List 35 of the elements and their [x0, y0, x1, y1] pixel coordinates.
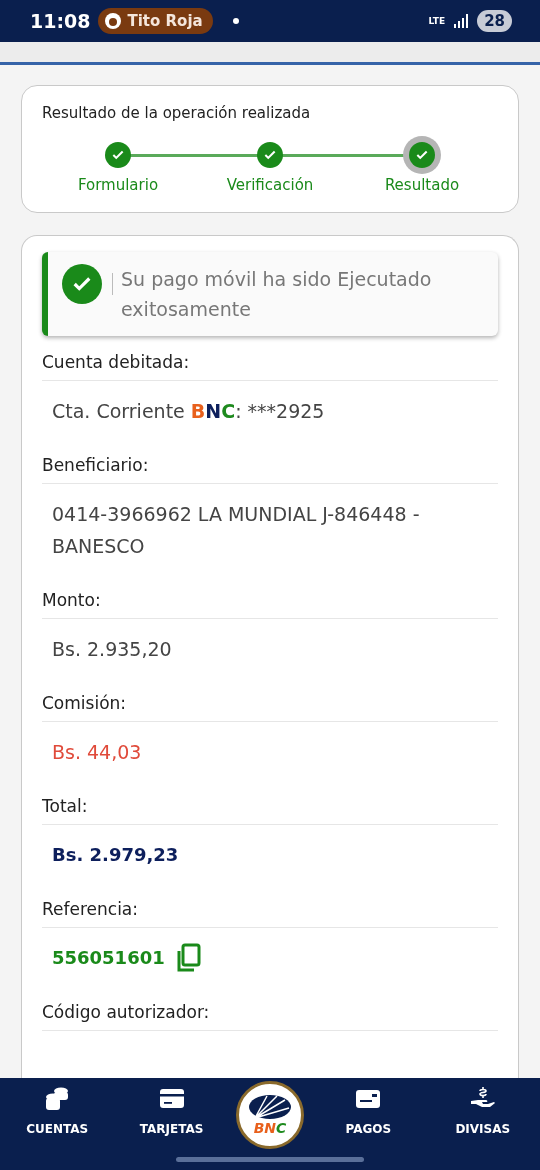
logo-text: BNC	[253, 1120, 287, 1136]
nav-tab[interactable]: TARJETAS	[121, 1078, 222, 1136]
alert-message: Su pago móvil ha sido Ejecutado exitosamente	[121, 267, 433, 322]
step-label: Formulario	[77, 176, 159, 194]
dot-icon	[232, 18, 239, 24]
field-label: Beneficiario:	[42, 439, 498, 484]
bank-logo-button[interactable]: BNC	[235, 1081, 304, 1149]
card-title: Resultado de la operación realizada	[42, 104, 312, 122]
network-type: LTE	[428, 16, 446, 26]
field-label: Referencia:	[42, 883, 498, 928]
field-value: Bs. 2.935,20	[52, 637, 172, 662]
step-label: Resultado	[384, 176, 460, 194]
signal-icon	[453, 14, 470, 28]
field-label: Código autorizador:	[42, 986, 498, 1031]
notification-pill[interactable]: Tito Roja	[98, 8, 213, 34]
notification-text: Tito Roja	[127, 12, 203, 30]
nav-tab[interactable]: CUENTAS	[7, 1078, 108, 1136]
field-label: Total:	[42, 780, 498, 825]
field-value: Bs. 2.979,23	[52, 843, 179, 867]
step-label: Verificación	[226, 176, 314, 194]
field-value: Cta. Corriente BNC: ***2925	[52, 399, 325, 424]
nav-tab[interactable]: DIVISAS	[432, 1078, 533, 1136]
check-icon	[111, 148, 125, 162]
field-value: 0414-3966962 LA MUNDIAL J-846448 - BANESCO	[52, 502, 421, 559]
field-value: Bs. 44,03	[52, 740, 142, 765]
field-label: Comisión:	[42, 677, 498, 722]
nav-tab[interactable]: PAGOS	[318, 1078, 419, 1136]
field-value: 556051601	[52, 946, 165, 970]
check-icon	[263, 148, 277, 162]
battery-level: 28	[477, 10, 512, 32]
field-label: Monto:	[42, 574, 498, 619]
check-icon	[415, 148, 429, 162]
rays-icon	[246, 1094, 293, 1120]
field-label: Cuenta debitada:	[42, 336, 498, 381]
clock: 11:08	[30, 10, 91, 32]
